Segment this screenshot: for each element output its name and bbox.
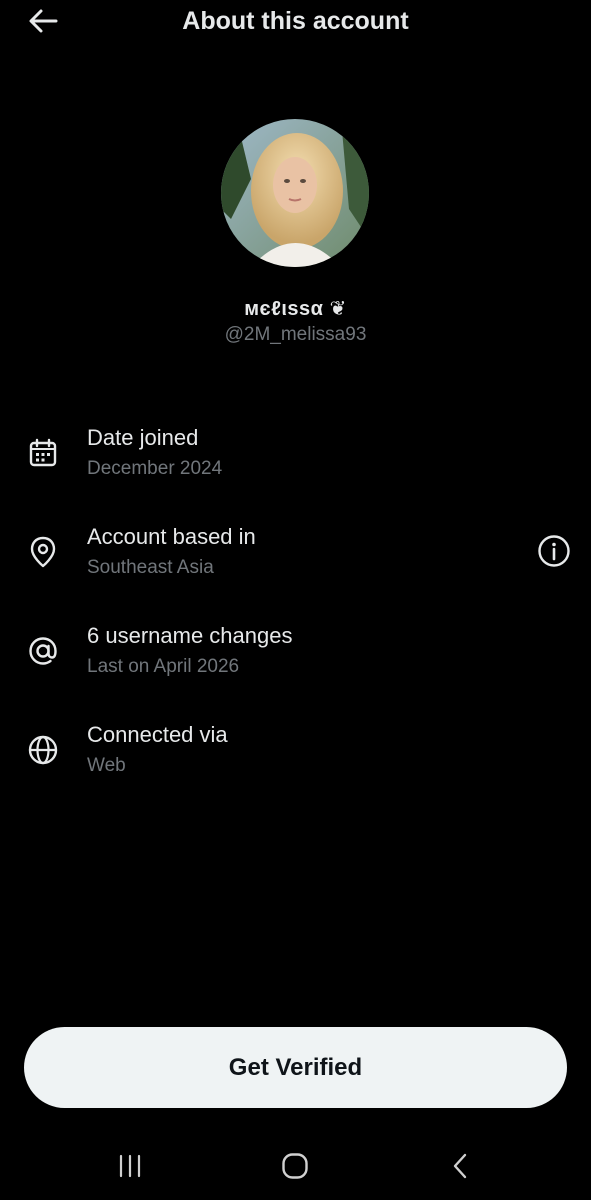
row-subtitle: December 2024 — [87, 458, 223, 479]
system-nav-bar — [0, 1130, 591, 1200]
calendar-icon — [24, 434, 62, 472]
location-pin-icon — [24, 533, 62, 571]
info-row-date-joined: Date joined December 2024 — [0, 420, 591, 490]
row-title: Connected via — [87, 722, 228, 747]
home-button[interactable] — [275, 1148, 315, 1184]
at-sign-icon — [24, 632, 62, 670]
top-bar: About this account — [0, 0, 591, 44]
row-subtitle: Last on April 2026 — [87, 656, 240, 677]
recents-icon — [119, 1154, 141, 1178]
info-row-account-based-in: Account based in Southeast Asia — [0, 519, 591, 589]
username-handle: @2M_melissa93 — [224, 324, 367, 345]
page-title: About this account — [182, 7, 409, 35]
info-row-connected-via: Connected via Web — [0, 717, 591, 787]
row-title: Account based in — [87, 524, 256, 549]
home-icon — [282, 1153, 308, 1179]
display-name: мєℓιѕѕα ❦ — [244, 298, 347, 320]
info-button[interactable] — [535, 532, 573, 570]
system-back-button[interactable] — [441, 1148, 481, 1184]
info-icon — [538, 535, 570, 567]
system-back-icon — [453, 1153, 467, 1179]
row-subtitle: Southeast Asia — [87, 557, 214, 578]
row-title: 6 username changes — [87, 623, 293, 648]
info-row-username-changes: 6 username changes Last on April 2026 — [0, 618, 591, 688]
avatar[interactable] — [221, 119, 369, 267]
row-subtitle: Web — [87, 755, 126, 776]
recents-button[interactable] — [110, 1148, 150, 1184]
get-verified-button[interactable]: Get Verified — [24, 1027, 567, 1108]
globe-icon — [24, 731, 62, 769]
row-title: Date joined — [87, 425, 199, 450]
